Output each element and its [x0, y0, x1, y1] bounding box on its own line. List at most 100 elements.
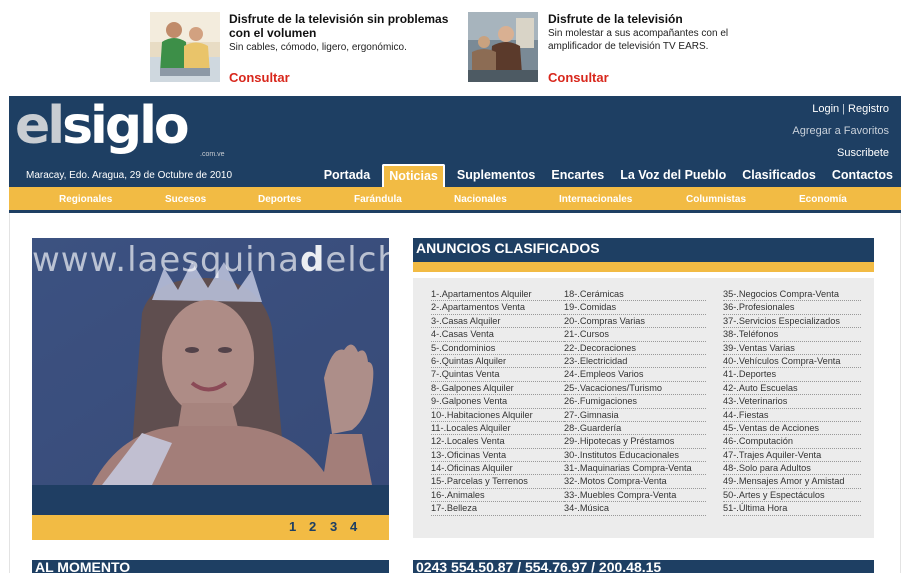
- classifieds-column-3: 35-.Negocios Compra-Venta 36-.Profesional…: [723, 288, 861, 516]
- classified-link[interactable]: 3-.Casas Alquiler: [431, 315, 564, 329]
- tab-suplementos[interactable]: Suplementos: [449, 168, 544, 187]
- classified-link[interactable]: 1-.Apartamentos Alquiler: [431, 288, 564, 302]
- tab-la-voz-del-pueblo[interactable]: La Voz del Pueblo: [612, 168, 734, 187]
- classified-link[interactable]: 46-.Computación: [723, 435, 861, 449]
- classified-link[interactable]: 4-.Casas Venta: [431, 328, 564, 342]
- classified-link[interactable]: 31-.Maquinarias Compra-Venta: [564, 462, 706, 476]
- tab-encartes[interactable]: Encartes: [543, 168, 612, 187]
- classified-link[interactable]: 13-.Oficinas Venta: [431, 449, 564, 463]
- classified-link[interactable]: 37-.Servicios Especializados: [723, 315, 861, 329]
- classified-link[interactable]: 19-.Comidas: [564, 301, 706, 315]
- tab-contactos[interactable]: Contactos: [824, 168, 901, 187]
- section-sucesos[interactable]: Sucesos: [165, 194, 206, 205]
- classified-link[interactable]: 26-.Fumigaciones: [564, 395, 706, 409]
- watermark-bold: d: [299, 240, 326, 280]
- section-nacionales[interactable]: Nacionales: [454, 194, 507, 205]
- classified-link[interactable]: 45-.Ventas de Acciones: [723, 422, 861, 436]
- add-favorites-link[interactable]: Agregar a Favoritos: [792, 125, 889, 137]
- ad-2-photo[interactable]: [468, 12, 538, 82]
- subscribe-link[interactable]: Suscribete: [837, 147, 889, 159]
- site-logo[interactable]: elsiglo .com.ve: [15, 96, 245, 164]
- classified-link[interactable]: 23-.Electricidad: [564, 355, 706, 369]
- classified-link[interactable]: 27-.Gimnasia: [564, 409, 706, 422]
- classified-link[interactable]: 51-.Última Hora: [723, 502, 861, 516]
- classified-link[interactable]: 33-.Muebles Compra-Venta: [564, 489, 706, 503]
- classified-link[interactable]: 48-.Solo para Adultos: [723, 462, 861, 476]
- classified-link[interactable]: 38-.Teléfonos: [723, 328, 861, 342]
- classified-link[interactable]: 17-.Belleza: [431, 502, 564, 516]
- classified-link[interactable]: 34-.Música: [564, 502, 706, 516]
- logo-domain: .com.ve: [200, 151, 225, 158]
- classified-link[interactable]: 16-.Animales: [431, 489, 564, 503]
- classified-link[interactable]: 29-.Hipotecas y Préstamos: [564, 435, 706, 449]
- classified-link[interactable]: 18-.Cerámicas: [564, 288, 706, 302]
- slide-photo[interactable]: www.laesquinadelchisme.net: [32, 238, 389, 485]
- slide-watermark: www.laesquinadelchisme.net: [32, 240, 389, 280]
- classified-link[interactable]: 5-.Condominios: [431, 342, 564, 355]
- classified-link[interactable]: 35-.Negocios Compra-Venta: [723, 288, 861, 302]
- section-economia[interactable]: Economía: [799, 194, 847, 205]
- ad-2-title[interactable]: Disfrute de la televisión: [548, 12, 778, 26]
- ad-2-consult-link[interactable]: Consultar: [548, 70, 609, 85]
- classified-link[interactable]: 28-.Guardería: [564, 422, 706, 436]
- classified-link[interactable]: 8-.Galpones Alquiler: [431, 382, 564, 396]
- classified-link[interactable]: 15-.Parcelas y Terrenos: [431, 475, 564, 489]
- site-header: elsiglo .com.ve Maracay, Edo. Aragua, 29…: [9, 96, 901, 187]
- classified-link[interactable]: 14-.Oficinas Alquiler: [431, 462, 564, 476]
- classified-link[interactable]: 49-.Mensajes Amor y Amistad: [723, 475, 861, 489]
- account-links: Login | Registro Agregar a Favoritos Suscr…: [792, 103, 889, 169]
- classified-link[interactable]: 50-.Artes y Espectáculos: [723, 489, 861, 503]
- classified-link[interactable]: 32-.Motos Compra-Venta: [564, 475, 706, 489]
- classifieds-list: 1-.Apartamentos Alquiler 2-.Apartamentos …: [413, 278, 874, 538]
- tab-noticias[interactable]: Noticias: [382, 164, 445, 187]
- classified-link[interactable]: 47-.Trajes Aquiler-Venta: [723, 449, 861, 463]
- logo-siglo: siglo: [62, 96, 190, 156]
- classified-link[interactable]: 24-.Empleos Varios: [564, 368, 706, 382]
- ad-1-text: Disfrute de la televisión sin problemas …: [229, 12, 459, 54]
- slide-page-3[interactable]: 3: [330, 519, 337, 534]
- ad-1-title[interactable]: Disfrute de la televisión sin problemas …: [229, 12, 459, 40]
- classified-link[interactable]: 39-.Ventas Varias: [723, 342, 861, 355]
- register-link[interactable]: Registro: [848, 103, 889, 115]
- classified-link[interactable]: 43-.Veterinarios: [723, 395, 861, 409]
- classified-link[interactable]: 30-.Institutos Educacionales: [564, 449, 706, 463]
- ad-1-photo[interactable]: [150, 12, 220, 82]
- classified-link[interactable]: 11-.Locales Alquiler: [431, 422, 564, 436]
- slide-page-1[interactable]: 1: [289, 519, 296, 534]
- classified-link[interactable]: 9-.Galpones Venta: [431, 395, 564, 409]
- classified-link[interactable]: 36-.Profesionales: [723, 301, 861, 315]
- classified-link[interactable]: 22-.Decoraciones: [564, 342, 706, 355]
- classifieds-column-1: 1-.Apartamentos Alquiler 2-.Apartamentos …: [431, 288, 564, 516]
- classified-link[interactable]: 41-.Deportes: [723, 368, 861, 382]
- section-nav: Regionales Sucesos Deportes Farándula Na…: [9, 187, 901, 213]
- classified-link[interactable]: 10-.Habitaciones Alquiler: [431, 409, 564, 422]
- classified-link[interactable]: 20-.Compras Varias: [564, 315, 706, 329]
- phone-numbers: 0243 554.50.87 / 554.76.97 / 200.48.15: [416, 560, 662, 573]
- tab-portada[interactable]: Portada: [316, 168, 379, 187]
- ad-1-consult-link[interactable]: Consultar: [229, 70, 290, 85]
- classified-link[interactable]: 25-.Vacaciones/Turismo: [564, 382, 706, 396]
- slide-caption-bar: [32, 485, 389, 515]
- al-momento-title: AL MOMENTO: [35, 560, 131, 573]
- slide-page-2[interactable]: 2: [309, 519, 316, 534]
- classified-link[interactable]: 44-.Fiestas: [723, 409, 861, 422]
- login-link[interactable]: Login: [812, 103, 839, 115]
- classified-link[interactable]: 21-.Cursos: [564, 328, 706, 342]
- classified-link[interactable]: 42-.Auto Escuelas: [723, 382, 861, 396]
- slide-page-4[interactable]: 4: [350, 519, 357, 534]
- logo-el: el: [15, 96, 65, 156]
- section-deportes[interactable]: Deportes: [258, 194, 301, 205]
- section-columnistas[interactable]: Columnistas: [686, 194, 746, 205]
- ad-1-description: Sin cables, cómodo, ligero, ergonómico.: [229, 42, 407, 53]
- classified-link[interactable]: 40-.Vehículos Compra-Venta: [723, 355, 861, 369]
- section-regionales[interactable]: Regionales: [59, 194, 112, 205]
- classified-link[interactable]: 6-.Quintas Alquiler: [431, 355, 564, 369]
- tab-clasificados[interactable]: Clasificados: [734, 168, 824, 187]
- classified-link[interactable]: 12-.Locales Venta: [431, 435, 564, 449]
- section-farandula[interactable]: Farándula: [354, 194, 402, 205]
- section-internacionales[interactable]: Internacionales: [559, 194, 632, 205]
- watermark-post: elchisme.net: [325, 240, 389, 280]
- classified-link[interactable]: 2-.Apartamentos Venta: [431, 301, 564, 315]
- classified-link[interactable]: 7-.Quintas Venta: [431, 368, 564, 382]
- classifieds-column-2: 18-.Cerámicas 19-.Comidas 20-.Compras Vari…: [564, 288, 706, 516]
